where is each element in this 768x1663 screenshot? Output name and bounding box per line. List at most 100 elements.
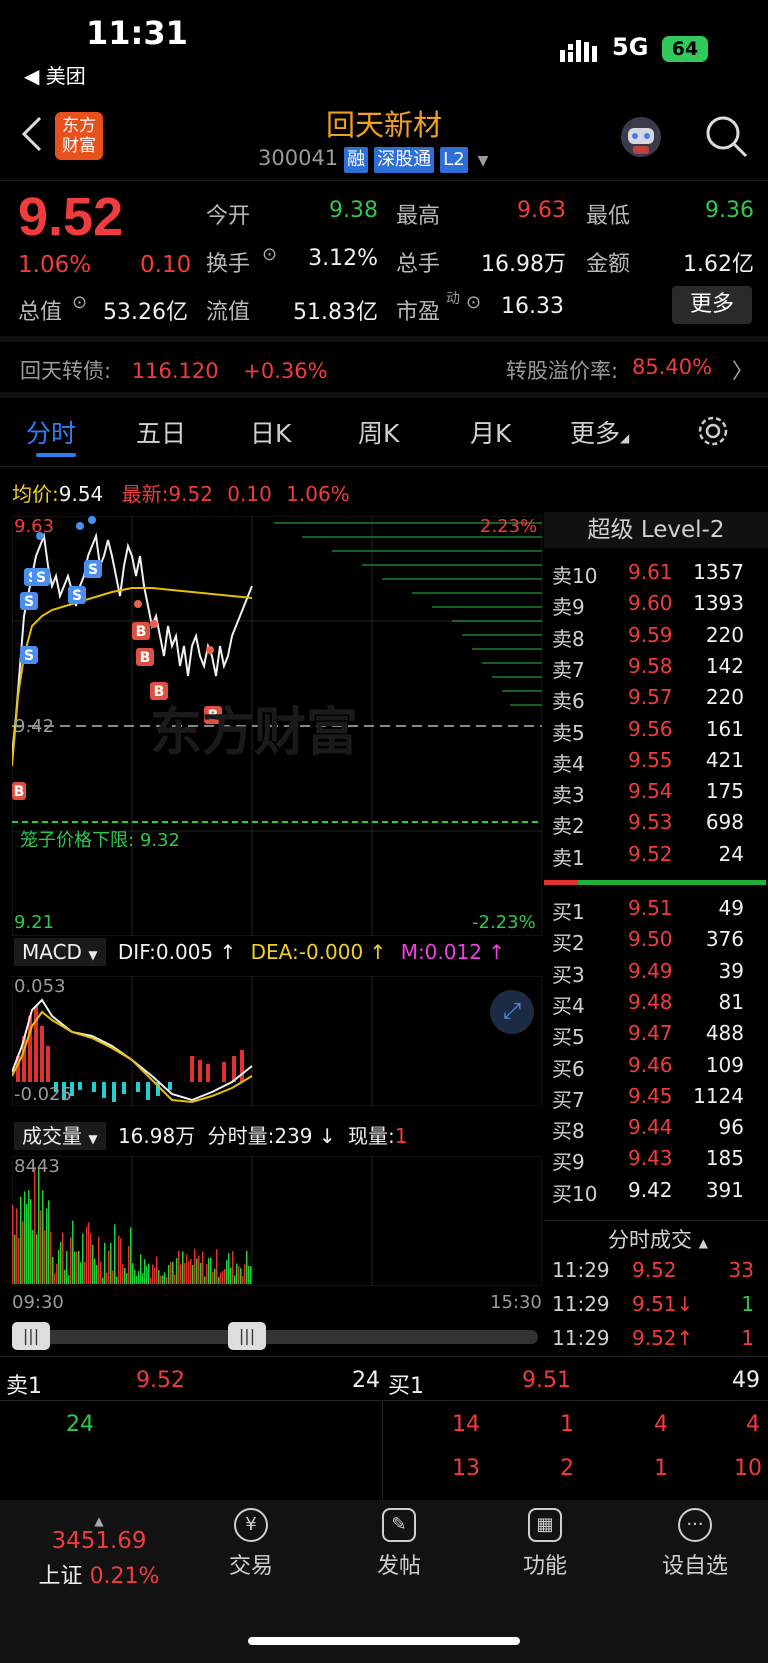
- home-indicator[interactable]: [248, 1637, 520, 1645]
- volume-bar: [162, 1275, 164, 1284]
- volume-bar: [132, 1263, 134, 1284]
- svg-text:S: S: [72, 588, 82, 604]
- tab-more[interactable]: 更多◢: [570, 414, 629, 450]
- volume-bar: [88, 1222, 90, 1284]
- volume-bar: [122, 1264, 124, 1284]
- tab-intraday[interactable]: 分时: [26, 414, 76, 450]
- robot-assistant-icon[interactable]: [618, 114, 664, 164]
- time-range-scrollbar[interactable]: [12, 1330, 538, 1344]
- bid-row[interactable]: 买8 9.44 96: [552, 1115, 760, 1146]
- volume-header: 成交量 ▼ 16.98万 分时量:239 ↓ 现量:1: [14, 1120, 407, 1150]
- ask-row[interactable]: 卖10 9.61 1357: [552, 560, 760, 591]
- bid-row[interactable]: 买7 9.45 1124: [552, 1084, 760, 1115]
- settings-gear-icon[interactable]: [696, 414, 730, 452]
- macd-selector[interactable]: MACD ▼: [14, 938, 106, 966]
- mktcap-label: 总值: [18, 300, 63, 325]
- volume-bar: [218, 1276, 220, 1284]
- scroll-handle-right[interactable]: |||: [228, 1322, 266, 1350]
- volume-bar: [210, 1257, 212, 1284]
- bid-row[interactable]: 买2 9.50 376: [552, 927, 760, 958]
- info-icon[interactable]: ⊙: [466, 292, 481, 313]
- volume-bar: [84, 1261, 86, 1284]
- float-value: 51.83亿: [293, 300, 378, 325]
- status-time: 11:31: [86, 14, 188, 52]
- nav-trade[interactable]: ¥ 交易: [196, 1508, 306, 1580]
- volume-bar: [94, 1258, 96, 1284]
- ask-row[interactable]: 卖9 9.60 1393: [552, 591, 760, 622]
- volume-bar: [22, 1221, 24, 1284]
- ask-row[interactable]: 卖4 9.55 421: [552, 748, 760, 779]
- volume-chart[interactable]: [12, 1156, 542, 1286]
- macd-dea: DEA:-0.000 ↑: [250, 940, 387, 964]
- volume-bar: [176, 1258, 178, 1284]
- level-price: 9.54: [628, 779, 673, 804]
- search-icon[interactable]: [704, 114, 748, 162]
- tick-trades-title[interactable]: 分时成交 ▲: [608, 1224, 708, 1254]
- more-button[interactable]: 更多: [672, 286, 752, 324]
- macd-chart[interactable]: [12, 976, 542, 1106]
- ask-row[interactable]: 卖6 9.57 220: [552, 685, 760, 716]
- tab-daily-k[interactable]: 日K: [250, 414, 291, 450]
- volume-bar: [230, 1267, 232, 1284]
- turnover-value: 3.12%: [308, 246, 378, 271]
- high-value: 9.63: [517, 198, 566, 223]
- open-value: 9.38: [329, 198, 378, 223]
- volume-bar: [64, 1269, 66, 1284]
- volume-bar: [196, 1258, 198, 1284]
- nav-watchlist[interactable]: ··· 设自选: [640, 1508, 750, 1580]
- bid-row[interactable]: 买3 9.49 39: [552, 959, 760, 990]
- level2-title[interactable]: 超级 Level-2: [544, 512, 768, 548]
- level-volume: 421: [705, 747, 744, 772]
- y-top-label: 9.63: [14, 516, 55, 537]
- back-to-app-link[interactable]: ◀ 美团: [24, 60, 86, 89]
- convertible-bond-row[interactable]: 回天转债: 116.120 +0.36% 转股溢价率: 85.40% 〉: [20, 355, 760, 385]
- nav-functions[interactable]: ▦ 功能: [490, 1508, 600, 1580]
- latest-label: 最新:: [121, 482, 169, 506]
- ask-row[interactable]: 卖1 9.52 24: [552, 842, 760, 873]
- bond-price: 116.120: [131, 359, 219, 383]
- bid-row[interactable]: 买10 9.42 391: [552, 1178, 760, 1209]
- ask-row[interactable]: 卖7 9.58 142: [552, 654, 760, 685]
- macd-dif: DIF:0.005 ↑: [117, 940, 237, 964]
- level-label: 卖1: [552, 845, 585, 870]
- volume-bar: [144, 1259, 146, 1284]
- tab-weekly-k[interactable]: 周K: [358, 414, 399, 450]
- volume-bar: [166, 1277, 168, 1284]
- stock-code-line[interactable]: 300041 融深股通 L2 ▼: [258, 146, 488, 173]
- volume-selector[interactable]: 成交量 ▼: [14, 1122, 106, 1150]
- level-volume: 698: [705, 810, 744, 835]
- level-price: 9.48: [628, 989, 673, 1014]
- volume-bar: [126, 1273, 128, 1284]
- bid-row[interactable]: 买9 9.43 185: [552, 1146, 760, 1177]
- bid-row[interactable]: 买6 9.46 109: [552, 1053, 760, 1084]
- volume-bar: [30, 1199, 32, 1284]
- volume-bar: [136, 1276, 138, 1284]
- now-volume-label: 现量:: [347, 1124, 395, 1148]
- tick-volume: 33: [728, 1258, 754, 1282]
- bid-row[interactable]: 买4 9.48 81: [552, 990, 760, 1021]
- ask-row[interactable]: 卖5 9.56 161: [552, 717, 760, 748]
- ask-row[interactable]: 卖2 9.53 698: [552, 810, 760, 841]
- volume-bar: [32, 1229, 34, 1284]
- volume-bar: [186, 1254, 188, 1284]
- ask-row[interactable]: 卖3 9.54 175: [552, 779, 760, 810]
- level-volume: 376: [705, 927, 744, 952]
- scroll-handle-left[interactable]: |||: [12, 1322, 50, 1350]
- tab-five-day[interactable]: 五日: [136, 414, 186, 450]
- volume-bar: [52, 1256, 54, 1284]
- index-pct: 0.21%: [89, 1564, 160, 1589]
- volume-bar: [152, 1264, 154, 1284]
- tab-monthly-k[interactable]: 月K: [470, 414, 511, 450]
- change-amount: 0.10: [140, 252, 192, 278]
- tick-volume-label: 分时量:: [207, 1124, 275, 1148]
- expand-icon[interactable]: ⤢: [490, 990, 534, 1034]
- index-ticker[interactable]: ▲ 3451.69 上证 0.21%: [24, 1514, 174, 1590]
- bid-row[interactable]: 买1 9.51 49: [552, 896, 760, 927]
- ask-row[interactable]: 卖8 9.59 220: [552, 623, 760, 654]
- bid-row[interactable]: 买5 9.47 488: [552, 1021, 760, 1052]
- volume-bar: [188, 1261, 190, 1284]
- info-icon[interactable]: ⊙: [72, 292, 87, 313]
- volume-bar: [116, 1276, 118, 1284]
- nav-post[interactable]: ✎ 发帖: [344, 1508, 454, 1580]
- info-icon[interactable]: ⊙: [262, 244, 277, 265]
